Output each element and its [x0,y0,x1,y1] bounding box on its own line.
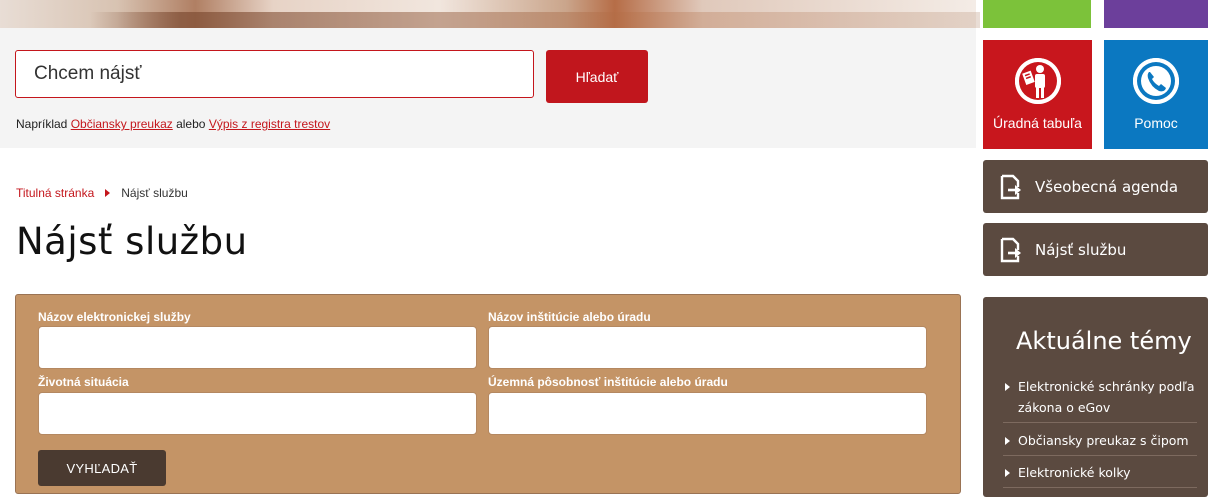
current-topics-title: Aktuálne témy [1016,327,1192,355]
hero-image [0,0,980,28]
top-tile-purple[interactable] [1104,0,1208,28]
tile-official-board[interactable]: Úradná tabuľa [983,40,1092,149]
service-name-input[interactable] [38,326,477,369]
service-name-label: Názov elektronickej služby [38,310,191,324]
breadcrumb: Titulná stránka Nájsť službu [16,186,188,200]
official-board-icon [1014,58,1061,104]
document-arrow-icon [1000,174,1021,199]
tile-help[interactable]: Pomoc [1104,40,1208,149]
breadcrumb-separator-icon [105,189,111,197]
territorial-scope-label: Územná pôsobnosť inštitúcie alebo úradu [488,375,728,389]
document-arrow-icon [1000,237,1021,262]
topic-link-electronic-mailboxes[interactable]: Elektronické schránky podľa zákona o eGo… [1003,376,1197,423]
phone-icon [1133,58,1179,104]
tile-official-board-label: Úradná tabuľa [993,115,1082,131]
institution-input[interactable] [488,326,927,369]
example-link-id-card[interactable]: Občiansky preukaz [71,117,173,131]
search-examples: Napríklad Občiansky preukaz alebo Výpis … [16,117,330,131]
current-topics-panel: Aktuálne témy Elektronické schránky podľ… [983,297,1208,497]
nav-general-agenda-label: Všeobecná agenda [1035,177,1179,196]
examples-or: alebo [176,117,206,131]
life-situation-input[interactable] [38,392,477,435]
tile-help-label: Pomoc [1134,115,1178,131]
examples-prefix: Napríklad [16,117,68,131]
top-tile-green[interactable] [983,0,1091,28]
page-title: Nájsť službu [16,220,248,263]
search-panel: Chcem nájsť Hľadať Napríklad Občiansky p… [0,28,976,148]
vyhladat-button[interactable]: VYHĽADAŤ [38,450,166,486]
example-link-criminal-record[interactable]: Výpis z registra trestov [209,117,330,131]
breadcrumb-current: Nájsť službu [121,186,188,200]
search-input[interactable]: Chcem nájsť [15,50,534,98]
service-search-form: Názov elektronickej služby Názov inštitú… [15,294,961,494]
nav-general-agenda[interactable]: Všeobecná agenda [983,160,1208,213]
topic-link-id-card-chip[interactable]: Občiansky preukaz s čipom [1003,430,1197,456]
life-situation-label: Životná situácia [38,375,129,389]
territorial-scope-input[interactable] [488,392,927,435]
nav-find-service[interactable]: Nájsť službu [983,223,1208,276]
breadcrumb-home-link[interactable]: Titulná stránka [16,186,94,200]
institution-label: Názov inštitúcie alebo úradu [488,310,651,324]
topic-link-electronic-stamps[interactable]: Elektronické kolky [1003,462,1197,488]
nav-find-service-label: Nájsť službu [1035,240,1127,259]
search-button[interactable]: Hľadať [546,50,648,103]
